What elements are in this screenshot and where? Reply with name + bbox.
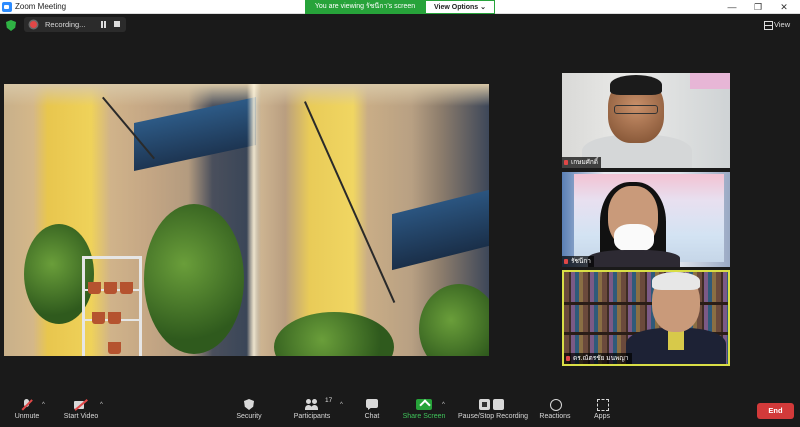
view-layout-button[interactable]: View [764, 19, 790, 31]
window-title: Zoom Meeting [15, 2, 67, 11]
participant-name-tag: ดร.ณัตรชัย มนพญา [564, 353, 632, 364]
participant-video-tile[interactable]: เกษมศักดิ์ [562, 73, 730, 168]
participant-hair [610, 75, 662, 95]
screen-share-banner: You are viewing รัชนีกา's screen View Op… [305, 0, 495, 14]
apps-grid-icon [595, 399, 609, 411]
cable-line [304, 101, 396, 303]
stop-icon [496, 402, 501, 407]
end-meeting-button[interactable]: End [757, 403, 794, 419]
photo-divider [247, 84, 261, 356]
close-button[interactable]: ✕ [772, 0, 796, 14]
participants-options-chevron-icon[interactable]: ^ [340, 402, 346, 408]
face-mask [614, 224, 654, 252]
pause-stop-recording-icon [479, 399, 505, 410]
participant-body [588, 250, 680, 267]
glasses [614, 105, 658, 114]
blue-awning-right [392, 189, 489, 271]
pause-recording-icon[interactable] [100, 21, 107, 28]
unmute-label: Unmute [14, 413, 40, 420]
restore-button[interactable]: ❐ [746, 0, 770, 14]
reactions-label: Reactions [539, 413, 571, 420]
audio-options-chevron-icon[interactable]: ^ [42, 402, 48, 408]
recording-label: Recording... [45, 20, 86, 29]
minimize-button[interactable]: — [720, 0, 744, 14]
wall-poster [690, 73, 730, 89]
pause-stop-recording-button[interactable]: Pause/Stop Recording [458, 399, 529, 425]
chat-bubble-icon [365, 399, 379, 410]
participants-icon: 17 [305, 397, 332, 410]
flower-pot [92, 312, 105, 324]
blue-awning-left [134, 97, 256, 171]
security-shield-icon [244, 399, 254, 410]
flower-pot [120, 282, 133, 294]
participants-button[interactable]: 17 Participants [290, 397, 334, 425]
pause-icon [482, 402, 487, 407]
participant-video-tile[interactable]: รัชนีกา [562, 172, 730, 267]
participant-name-tag: เกษมศักดิ์ [562, 157, 602, 168]
participants-label: Participants [293, 413, 331, 420]
flower-pot [108, 342, 121, 354]
recording-dot-icon [30, 21, 37, 28]
plant-bush [274, 312, 394, 356]
video-off-icon [74, 399, 88, 410]
recording-indicator: Recording... [24, 17, 126, 32]
participant-name-tag: รัชนีกา [562, 256, 594, 267]
chat-button[interactable]: Chat [360, 399, 384, 425]
security-label: Security [236, 413, 262, 420]
share-screen-button[interactable]: Share Screen [402, 399, 446, 425]
title-bar: Zoom Meeting You are viewing รัชนีกา's s… [0, 0, 800, 14]
apps-button[interactable]: Apps [590, 399, 614, 425]
viewing-screen-label: You are viewing รัชนีกา's screen [305, 0, 425, 14]
start-video-button[interactable]: Start Video [60, 399, 102, 425]
unmute-button[interactable]: Unmute [10, 399, 44, 425]
view-options-button[interactable]: View Options ⌄ [425, 0, 495, 14]
active-speaker-video-tile[interactable]: ดร.ณัตรชัย มนพญา [562, 270, 730, 366]
flower-pot [88, 282, 101, 294]
share-screen-arrow-icon [416, 399, 432, 410]
zoom-app-icon [2, 2, 12, 12]
stop-recording-icon[interactable] [114, 21, 120, 27]
apps-label: Apps [594, 413, 610, 420]
security-button[interactable]: Security [232, 399, 266, 425]
share-options-chevron-icon[interactable]: ^ [442, 402, 448, 408]
flower-pot [108, 312, 121, 324]
shared-screen-content [4, 84, 489, 356]
video-options-chevron-icon[interactable]: ^ [100, 402, 106, 408]
reactions-smiley-icon [548, 399, 562, 411]
encryption-shield-icon[interactable] [6, 20, 16, 31]
plant-bush [419, 284, 489, 356]
participants-count: 17 [325, 397, 333, 404]
reactions-button[interactable]: Reactions [538, 399, 572, 425]
zoom-meeting-window: Zoom Meeting You are viewing รัชนีกา's s… [0, 0, 800, 427]
plant-rack [82, 256, 142, 356]
chat-label: Chat [364, 413, 380, 420]
plant-bush [144, 204, 244, 354]
pause-stop-recording-label: Pause/Stop Recording [458, 413, 529, 420]
start-video-label: Start Video [63, 413, 99, 420]
muted-microphone-icon [20, 399, 34, 410]
share-screen-label: Share Screen [402, 413, 446, 420]
meeting-toolbar: Unmute ^ Start Video ^ Security 17 Parti… [0, 395, 800, 427]
flower-pot [104, 282, 117, 294]
participant-hair [652, 272, 700, 290]
